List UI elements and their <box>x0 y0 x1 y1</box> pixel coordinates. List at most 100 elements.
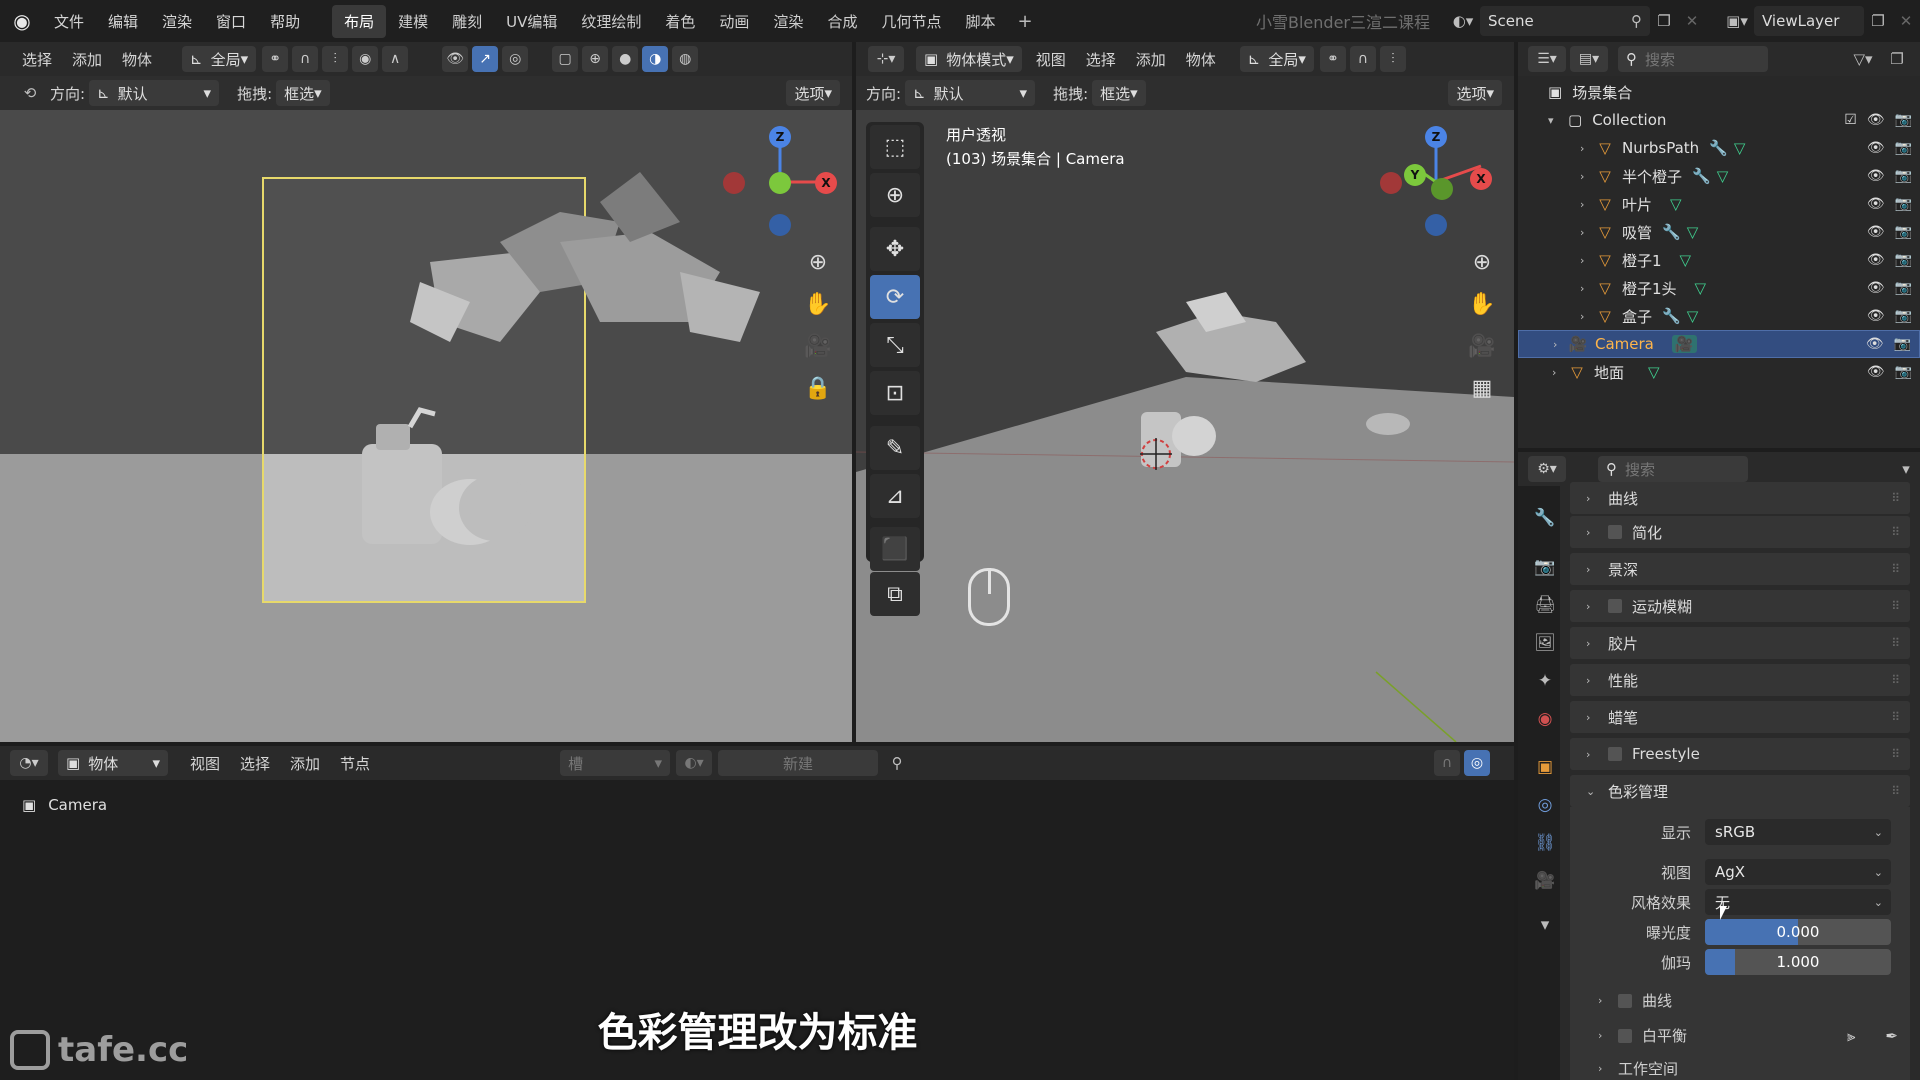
annotate-tool[interactable]: ✎ <box>870 426 920 470</box>
eye-icon[interactable]: 👁 <box>1867 364 1885 380</box>
section-film[interactable]: › 胶片 ⠿ <box>1570 627 1910 659</box>
new-collection-icon[interactable]: ❐ <box>1880 50 1914 68</box>
pin-icon[interactable]: ⚲ <box>882 754 912 772</box>
eye-icon[interactable]: 👁 <box>1867 168 1885 184</box>
eye-icon[interactable]: 👁 <box>1866 336 1884 352</box>
expand-icon[interactable]: › <box>1580 170 1594 183</box>
motion-blur-checkbox[interactable] <box>1608 599 1622 613</box>
gizmo-neg-x-axis[interactable] <box>723 172 745 194</box>
curves-checkbox[interactable] <box>1618 993 1632 1008</box>
menu-select[interactable]: 选择 <box>230 753 280 774</box>
tab-animation[interactable]: 动画 <box>707 5 761 38</box>
section-curves[interactable]: › 曲线 ⠿ <box>1570 482 1910 514</box>
gizmo-x-axis[interactable]: X <box>815 172 837 194</box>
chevron-down-icon[interactable]: ▾ <box>1892 460 1920 478</box>
list-item[interactable]: › ▽ 叶片 ▽ 👁 📷 <box>1518 190 1920 218</box>
list-item[interactable]: › ▽ 地面 ▽ 👁 📷 <box>1518 358 1920 386</box>
display-mode-icon[interactable]: ▤▾ <box>1570 46 1608 72</box>
drag-handle-icon[interactable]: ⠿ <box>1891 562 1900 576</box>
snap-icon[interactable]: ∩ <box>1434 750 1460 776</box>
eye-icon[interactable]: 👁 <box>1867 308 1885 324</box>
subsection-curves[interactable]: › 曲线 <box>1598 990 1672 1011</box>
gizmo-x-axis[interactable]: X <box>1470 168 1492 190</box>
eye-icon[interactable]: 👁 <box>1867 112 1885 128</box>
editor-type-icon[interactable]: ◔▾ <box>10 750 48 776</box>
tool-tab-icon[interactable]: 🔧 <box>1530 503 1560 533</box>
camera-render-icon[interactable]: 📷 <box>1894 336 1911 352</box>
gizmo-neg-x-axis[interactable] <box>1380 172 1402 194</box>
gizmo-y-axis[interactable]: Y <box>1404 164 1426 186</box>
list-item[interactable]: › ▽ 橙子1头 ▽ 👁 📷 <box>1518 274 1920 302</box>
expand-icon[interactable]: › <box>1580 254 1594 267</box>
select-box-tool[interactable]: ⬚ <box>870 125 920 169</box>
scene-tab-icon[interactable]: ✦ <box>1530 666 1560 696</box>
drag-handle-icon[interactable]: ⠿ <box>1891 525 1900 539</box>
freestyle-checkbox[interactable] <box>1608 747 1622 761</box>
camera-render-icon[interactable]: 📷 <box>1895 308 1912 324</box>
tab-geometry-nodes[interactable]: 几何节点 <box>869 5 953 38</box>
add-cube-tool[interactable]: ⬛ <box>870 527 920 571</box>
drag-handle-icon[interactable]: ⠿ <box>1891 784 1900 798</box>
drag-handle-icon[interactable]: ⠿ <box>1891 747 1900 761</box>
view-transform-dropdown[interactable]: AgX ⌄ <box>1705 859 1891 885</box>
look-dropdown[interactable]: 无 ⌄ <box>1705 889 1891 915</box>
tab-layout[interactable]: 布局 <box>332 4 387 38</box>
delete-view-layer-icon[interactable]: ✕ <box>1892 12 1920 30</box>
tab-uv-editing[interactable]: UV编辑 <box>494 5 569 38</box>
expand-icon[interactable]: › <box>1580 198 1594 211</box>
menu-file[interactable]: 文件 <box>42 11 96 32</box>
exposure-slider[interactable]: 0.000 <box>1705 919 1891 945</box>
eye-icon[interactable]: 👁 <box>1867 280 1885 296</box>
editor-type-icon[interactable]: ☰▾ <box>1528 46 1566 72</box>
new-scene-icon[interactable]: ❐ <box>1650 12 1678 30</box>
drag-handle-icon[interactable]: ⠿ <box>1891 710 1900 724</box>
tab-sculpting[interactable]: 雕刻 <box>440 5 494 38</box>
subsection-white-balance[interactable]: › 白平衡 ⫸ ✒ <box>1598 1025 1898 1046</box>
eye-icon[interactable]: 👁 <box>1867 196 1885 212</box>
subsection-working-space[interactable]: › 工作空间 <box>1598 1058 1678 1079</box>
section-performance[interactable]: › 性能 ⠿ <box>1570 664 1910 696</box>
camera-render-icon[interactable]: 📷 <box>1895 224 1912 240</box>
expand-icon[interactable]: ▾ <box>1548 114 1562 127</box>
scene-type-icon[interactable]: ◐▾ <box>1446 12 1480 30</box>
adjust-sliders-icon[interactable]: ⫸ <box>1847 1027 1855 1045</box>
constraints-tab-icon[interactable]: ⛓ <box>1530 828 1560 858</box>
section-simplify[interactable]: › 简化 ⠿ <box>1570 516 1910 548</box>
section-grease-pencil[interactable]: › 蜡笔 ⠿ <box>1570 701 1910 733</box>
rotate-tool[interactable]: ⟳ <box>870 275 920 319</box>
blender-logo-icon[interactable]: ◉ <box>8 7 36 35</box>
view-layer-tab-icon[interactable]: 🖼 <box>1530 628 1560 658</box>
gizmo-y-axis[interactable] <box>769 172 791 194</box>
physics-tab-icon[interactable]: ◎ <box>1530 790 1560 820</box>
section-motion-blur[interactable]: › 运动模糊 ⠿ <box>1570 590 1910 622</box>
tab-rendering[interactable]: 渲染 <box>761 5 815 38</box>
eyedropper-icon[interactable]: ✒ <box>1885 1027 1898 1045</box>
camera-render-icon[interactable]: 📷 <box>1895 112 1912 128</box>
expand-icon[interactable]: › <box>1580 226 1594 239</box>
new-view-layer-icon[interactable]: ❐ <box>1864 12 1892 30</box>
menu-render[interactable]: 渲染 <box>150 11 204 32</box>
overlay-icon[interactable]: ◎ <box>1464 750 1490 776</box>
editor-type-icon[interactable]: ⚙▾ <box>1528 456 1566 482</box>
scene-selector[interactable]: Scene ⚲ <box>1480 6 1650 36</box>
camera-render-icon[interactable]: 📷 <box>1895 252 1912 268</box>
output-tab-icon[interactable]: 🖨 <box>1530 590 1560 620</box>
gizmo-neg-y-axis[interactable] <box>1431 178 1453 200</box>
pan-hand-icon[interactable]: ✋ <box>800 286 836 322</box>
new-material-button[interactable]: 新建 <box>718 750 879 776</box>
view-layer-icon[interactable]: ▣▾ <box>1720 12 1754 30</box>
list-item[interactable]: › ▽ 盒子 🔧 ▽ 👁 📷 <box>1518 302 1920 330</box>
list-item-camera-selected[interactable]: › 🎥 Camera 🎥 👁 📷 <box>1518 330 1920 358</box>
camera-view-icon[interactable]: 🎥 <box>1464 328 1500 364</box>
camera-render-icon[interactable]: 📷 <box>1895 140 1912 156</box>
tab-compositing[interactable]: 合成 <box>815 5 869 38</box>
drag-handle-icon[interactable]: ⠿ <box>1891 673 1900 687</box>
menu-help[interactable]: 帮助 <box>258 11 312 32</box>
ortho-grid-icon[interactable]: ▦ <box>1464 370 1500 406</box>
render-tab-icon[interactable]: 📷 <box>1530 552 1560 582</box>
tab-shading[interactable]: 着色 <box>653 5 707 38</box>
menu-node[interactable]: 节点 <box>330 753 380 774</box>
material-browse-icon[interactable]: ◐▾ <box>676 750 713 776</box>
delete-scene-icon[interactable]: ✕ <box>1678 12 1706 30</box>
lock-icon[interactable]: 🔒 <box>800 370 836 406</box>
